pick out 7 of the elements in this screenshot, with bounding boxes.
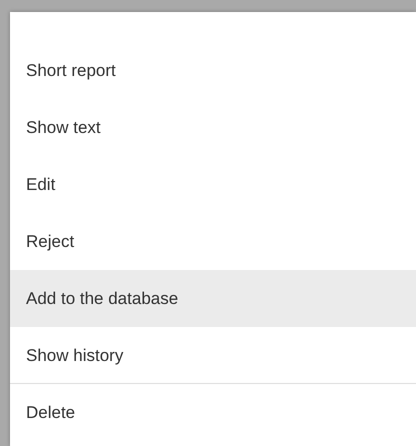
menu-item[interactable]: Show text <box>10 99 416 156</box>
menu-item[interactable]: Show history <box>10 327 416 384</box>
menu-item[interactable]: Edit <box>10 156 416 213</box>
menu-item[interactable]: Short report <box>10 42 416 99</box>
menu-item[interactable]: Add to the database <box>10 270 416 327</box>
menu-item[interactable]: Reject <box>10 213 416 270</box>
menu-item[interactable]: Delete <box>10 384 416 441</box>
